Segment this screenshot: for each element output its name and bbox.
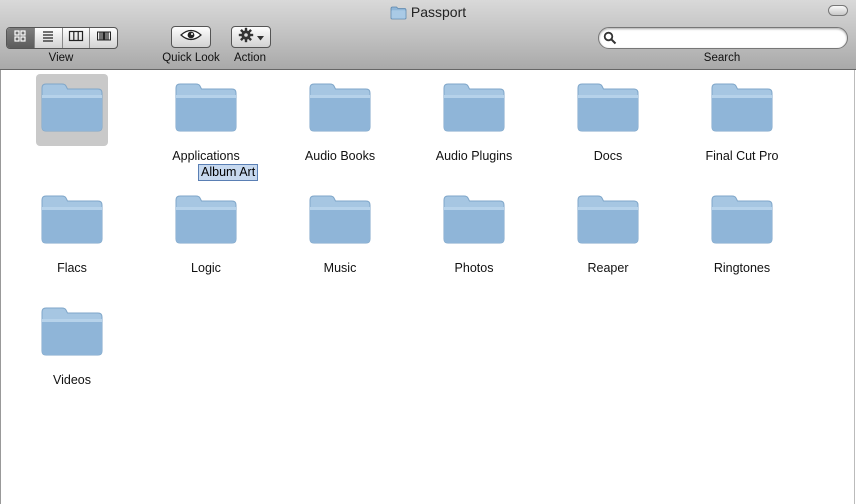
folder-icon-box bbox=[36, 298, 108, 370]
folder-label: Audio Books bbox=[304, 149, 376, 163]
icon-view-icon bbox=[13, 29, 27, 47]
folder-icon bbox=[576, 194, 640, 251]
folder-item[interactable]: Ringtones bbox=[675, 182, 809, 292]
folder-icon bbox=[40, 82, 104, 139]
folder-item[interactable]: Audio Plugins bbox=[407, 70, 541, 180]
folder-icon-box bbox=[572, 74, 644, 146]
gear-icon bbox=[238, 27, 254, 48]
folder-icon bbox=[40, 194, 104, 251]
folder-label: Audio Plugins bbox=[435, 149, 513, 163]
folder-icon-box bbox=[170, 74, 242, 146]
folder-icon bbox=[40, 306, 104, 363]
folder-icon bbox=[442, 194, 506, 251]
folder-icon-box bbox=[36, 186, 108, 258]
folder-icon-box bbox=[706, 186, 778, 258]
folder-icon bbox=[390, 6, 407, 24]
folder-item[interactable]: Final Cut Pro bbox=[675, 70, 809, 180]
quick-look-label: Quick Look bbox=[162, 52, 220, 64]
search-icon bbox=[603, 31, 617, 50]
search-field[interactable] bbox=[598, 27, 848, 49]
folder-icon-box bbox=[438, 186, 510, 258]
icon-view-area[interactable]: Applications Audio Books Audio Plugins D… bbox=[0, 70, 855, 504]
folder-item[interactable]: Reaper bbox=[541, 182, 675, 292]
folder-label: Photos bbox=[454, 261, 494, 275]
folder-label: Final Cut Pro bbox=[705, 149, 779, 163]
folder-icon-box bbox=[36, 74, 108, 146]
toolbar: Passport View Quick Look Action Search bbox=[0, 0, 856, 70]
eye-icon bbox=[180, 28, 202, 46]
folder-label: Flacs bbox=[57, 261, 87, 275]
folder-item[interactable]: Music bbox=[273, 182, 407, 292]
folder-label: Music bbox=[323, 261, 357, 275]
folder-icon bbox=[174, 82, 238, 139]
list-view-button[interactable] bbox=[35, 28, 63, 48]
folder-label: Ringtones bbox=[713, 261, 771, 275]
finder-window: Passport View Quick Look Action Search A… bbox=[0, 0, 856, 504]
folder-icon bbox=[174, 194, 238, 251]
folder-icon-box bbox=[304, 74, 376, 146]
quick-look-button[interactable] bbox=[171, 26, 211, 48]
window-title: Passport bbox=[0, 3, 856, 24]
folder-icon-box bbox=[706, 74, 778, 146]
folder-icon-box bbox=[170, 186, 242, 258]
icon-view-button[interactable] bbox=[7, 28, 35, 48]
folder-icon-box bbox=[438, 74, 510, 146]
folder-icon bbox=[308, 82, 372, 139]
folder-icon bbox=[576, 82, 640, 139]
action-label: Action bbox=[234, 52, 266, 64]
folder-label: Docs bbox=[593, 149, 623, 163]
view-mode-control bbox=[6, 27, 118, 49]
cover-flow-button[interactable] bbox=[90, 28, 117, 48]
rename-field[interactable]: Album Art bbox=[198, 164, 259, 181]
list-view-icon bbox=[41, 29, 55, 47]
folder-label: Reaper bbox=[587, 261, 629, 275]
folder-item[interactable]: Photos bbox=[407, 182, 541, 292]
folder-item[interactable]: Logic bbox=[139, 182, 273, 292]
toolbar-toggle-button[interactable] bbox=[828, 5, 848, 16]
folder-item[interactable] bbox=[5, 70, 139, 180]
search-label: Search bbox=[703, 52, 741, 64]
folder-label: Logic bbox=[191, 261, 221, 275]
chevron-down-icon bbox=[257, 28, 264, 46]
search-input[interactable] bbox=[621, 30, 837, 45]
cover-flow-icon bbox=[96, 29, 112, 47]
folder-item[interactable]: Flacs bbox=[5, 182, 139, 292]
folder-item[interactable]: Videos bbox=[5, 294, 139, 404]
folder-label: Applications bbox=[172, 149, 240, 163]
folder-icon bbox=[442, 82, 506, 139]
folder-icon-box bbox=[572, 186, 644, 258]
window-title-text: Passport bbox=[410, 4, 467, 20]
folder-icon bbox=[710, 194, 774, 251]
view-label: View bbox=[48, 52, 74, 64]
column-view-button[interactable] bbox=[63, 28, 91, 48]
folder-icon-box bbox=[304, 186, 376, 258]
column-view-icon bbox=[68, 29, 84, 47]
folder-label: Videos bbox=[53, 373, 91, 387]
action-button[interactable] bbox=[231, 26, 271, 48]
folder-icon bbox=[308, 194, 372, 251]
folder-item[interactable]: Audio Books bbox=[273, 70, 407, 180]
folder-item[interactable]: Docs bbox=[541, 70, 675, 180]
folder-icon bbox=[710, 82, 774, 139]
